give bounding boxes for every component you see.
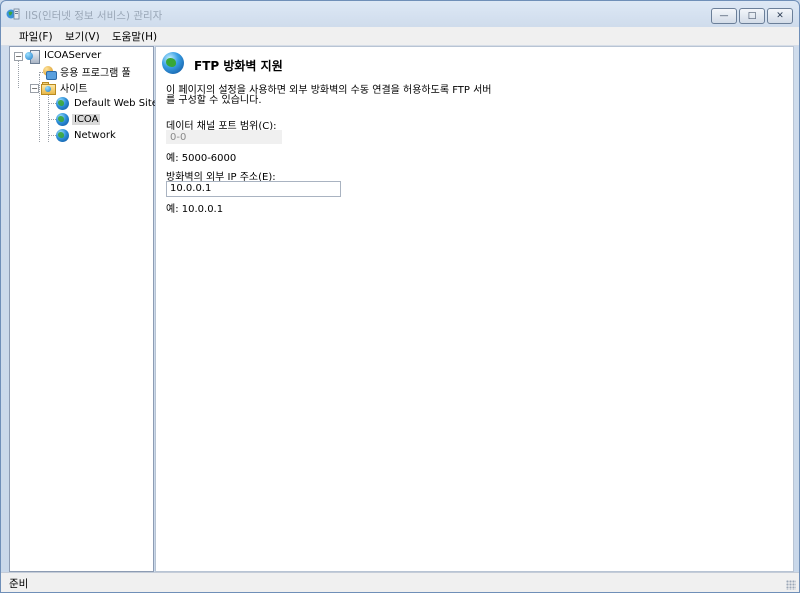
globe-icon (56, 97, 69, 110)
iis-manager-window: IIS(인터넷 정보 서비스) 관리자 — □ ✕ 파일(F) 보기(V) 도움… (0, 0, 800, 593)
tree-label-app-pools: 응용 프로그램 풀 (60, 68, 131, 79)
ftp-globe-icon (162, 52, 184, 74)
tree-label-icoa: ICOA (72, 114, 101, 125)
page-description: 이 페이지의 설정을 사용하면 외부 방화벽의 수동 연결을 허용하도록 FTP… (166, 86, 526, 106)
port-range-field: 0-0 (166, 130, 282, 144)
tree-label-default-web-site: Default Web Site (74, 98, 158, 109)
menu-help[interactable]: 도움말(H) (112, 29, 157, 44)
tree-item-sites[interactable]: 사이트 (41, 80, 90, 95)
window-title: IIS(인터넷 정보 서비스) 관리자 (25, 10, 163, 22)
close-icon: ✕ (776, 10, 784, 21)
server-icon (25, 49, 40, 64)
tree-collapse-server[interactable]: − (14, 52, 23, 61)
tree-label-server: ICOAServer (44, 50, 102, 61)
minimize-button[interactable]: — (711, 8, 737, 24)
menu-view[interactable]: 보기(V) (65, 29, 100, 44)
menu-bar: 파일(F) 보기(V) 도움말(H) (1, 27, 799, 46)
maximize-icon: □ (747, 10, 757, 21)
menu-file[interactable]: 파일(F) (19, 29, 53, 44)
tree-label-network: Network (74, 130, 116, 141)
tree-item-app-pools[interactable]: 응용 프로그램 풀 (41, 64, 133, 80)
external-ip-field[interactable]: 10.0.0.1 (166, 181, 341, 197)
tree-item-icoa[interactable]: ICOA (56, 112, 101, 127)
tree-item-server[interactable]: ICOAServer (25, 48, 103, 64)
globe-icon (56, 129, 69, 142)
resize-grip-icon[interactable] (786, 580, 796, 590)
status-text: 준비 (9, 578, 29, 590)
port-range-example: 예: 5000-6000 (166, 153, 237, 164)
tree-item-network[interactable]: Network (56, 128, 118, 143)
tree-collapse-sites[interactable]: − (30, 84, 39, 93)
title-bar[interactable]: IIS(인터넷 정보 서비스) 관리자 — □ ✕ (1, 1, 799, 27)
status-bar: 준비 (1, 572, 799, 592)
minimize-icon: — (719, 10, 729, 21)
close-button[interactable]: ✕ (767, 8, 793, 24)
sites-folder-icon (41, 81, 56, 95)
connections-tree: − ICOAServer 응용 프로그램 풀 − 사이트 Default Web… (9, 46, 158, 572)
tree-label-sites: 사이트 (60, 84, 88, 95)
globe-icon (56, 113, 69, 126)
maximize-button[interactable]: □ (739, 8, 765, 24)
app-pool-icon (41, 65, 57, 80)
external-ip-example: 예: 10.0.0.1 (166, 204, 224, 215)
tree-item-default-web-site[interactable]: Default Web Site (56, 96, 160, 111)
feature-panel: FTP 방화벽 지원 이 페이지의 설정을 사용하면 외부 방화벽의 수동 연결… (155, 46, 794, 572)
page-title: FTP 방화벽 지원 (194, 59, 283, 73)
iis-app-icon (6, 7, 20, 21)
description-line-2: 를 구성할 수 있습니다. (166, 95, 262, 106)
